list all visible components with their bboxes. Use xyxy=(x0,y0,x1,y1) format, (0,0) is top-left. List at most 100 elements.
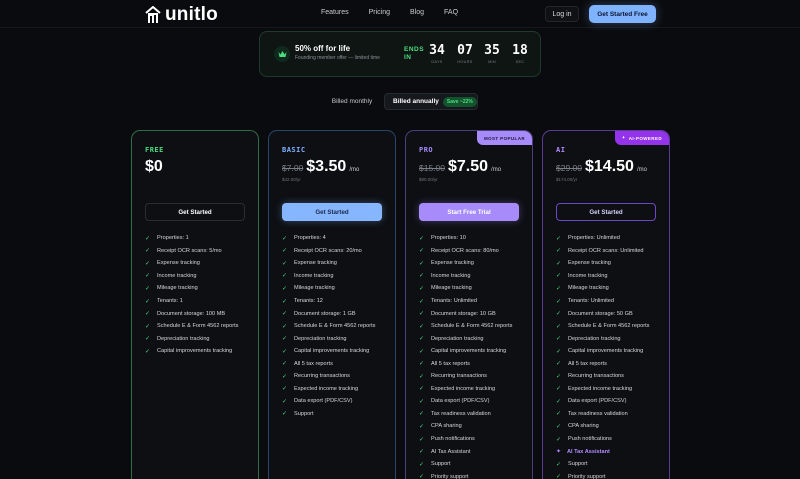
feature-label: Recurring transactions xyxy=(568,373,624,380)
feature-label: Capital improvements tracking xyxy=(157,348,233,355)
old-price: $29.00 xyxy=(556,163,582,173)
get-started-button[interactable]: Get Started xyxy=(145,203,245,221)
feature-item: ✓ Capital improvements tracking xyxy=(556,345,649,358)
feature-item: ✓ Properties: 4 xyxy=(282,232,375,245)
get-started-button[interactable]: Get Started xyxy=(282,203,382,221)
check-icon: ✓ xyxy=(556,273,562,280)
feature-item: ✓ Depreciation tracking xyxy=(145,332,238,345)
check-icon: ✓ xyxy=(556,461,562,468)
feature-label: Expense tracking xyxy=(294,260,337,267)
check-icon: ✓ xyxy=(419,285,425,292)
check-icon: ✓ xyxy=(145,311,151,318)
feature-item: ✓ Expected income tracking xyxy=(282,383,375,396)
login-button[interactable]: Log in xyxy=(545,6,579,22)
ai-powered-label: AI-POWERED xyxy=(628,135,662,141)
feature-label: Document storage: 100 MB xyxy=(157,310,226,317)
feature-label: Tenants: Unlimited xyxy=(568,298,615,304)
feature-label: CPA sharing xyxy=(568,423,599,430)
billed-annually-toggle[interactable]: Billed annually Save ~22% xyxy=(384,93,478,110)
feature-item: ✓ Receipt OCR scans: Unlimited xyxy=(556,245,649,258)
feature-item: ✓ Income tracking xyxy=(556,270,649,283)
check-icon: ✓ xyxy=(282,348,288,355)
ai-powered-ribbon: ✦ AI-POWERED xyxy=(614,131,669,145)
feature-label: AI Tax Assistant xyxy=(431,448,471,455)
feature-item: ✓ Tenants: Unlimited xyxy=(556,295,649,308)
save-badge: Save ~22% xyxy=(442,96,477,107)
billed-monthly-toggle[interactable]: Billed monthly xyxy=(328,93,376,110)
price-period: /mo xyxy=(491,167,502,173)
plan-price: $14.50 xyxy=(585,158,634,175)
check-icon: ✓ xyxy=(556,373,562,380)
feature-label: All 5 tax reports xyxy=(294,360,333,367)
countdown-days: 34 DAYS xyxy=(426,43,448,64)
start-free-trial-button[interactable]: Start Free Trial xyxy=(419,203,519,221)
feature-label: Recurring transactions xyxy=(431,373,487,380)
check-icon: ✓ xyxy=(556,248,562,255)
feature-item: ✓ Schedule E & Form 4562 reports xyxy=(145,320,238,333)
check-icon: ✓ xyxy=(419,373,425,380)
countdown-days-value: 34 xyxy=(429,43,445,58)
check-icon: ✓ xyxy=(282,361,288,368)
check-icon: ✓ xyxy=(419,311,425,318)
feature-item: ✓ Schedule E & Form 4562 reports xyxy=(419,320,512,333)
countdown-days-label: DAYS xyxy=(431,60,443,64)
feature-label: Mileage tracking xyxy=(568,285,609,292)
feature-item: ✓ Income tracking xyxy=(282,270,375,283)
feature-list: ✓ Properties: 10 ✓ Receipt OCR scans: 80/mo… xyxy=(419,232,512,479)
feature-item: ✓ Properties: Unlimited xyxy=(556,232,649,245)
feature-item: ✓ Push notifications xyxy=(556,433,649,446)
feature-item: ✓ All 5 tax reports xyxy=(419,357,512,370)
get-started-button[interactable]: Get Started xyxy=(556,203,656,221)
old-price: $15.00 xyxy=(419,163,445,173)
feature-item: ✓ Priority support xyxy=(419,470,512,479)
feature-item: ✓ Recurring transactions xyxy=(556,370,649,383)
feature-item: ✓ Data export (PDF/CSV) xyxy=(556,395,649,408)
check-icon: ✓ xyxy=(145,285,151,292)
check-icon: ✓ xyxy=(419,235,425,242)
check-icon: ✓ xyxy=(419,323,425,330)
feature-label: Push notifications xyxy=(568,436,612,443)
feature-item: ✓ All 5 tax reports xyxy=(282,357,375,370)
feature-label: Support xyxy=(431,461,451,468)
price-row: $0 xyxy=(145,158,163,176)
feature-label: Capital improvements tracking xyxy=(294,348,370,355)
check-icon: ✓ xyxy=(282,285,288,292)
yearly-price: $174.00/yr xyxy=(556,177,578,182)
nav-link-features[interactable]: Features xyxy=(321,9,349,16)
feature-label: Mileage tracking xyxy=(157,285,198,292)
check-icon: ✓ xyxy=(419,336,425,343)
plan-name: PRO xyxy=(419,146,434,154)
price-period: /mo xyxy=(636,167,647,173)
nav-link-faq[interactable]: FAQ xyxy=(444,9,458,16)
feature-item: ✓ Expense tracking xyxy=(419,257,512,270)
get-started-free-button[interactable]: Get Started Free xyxy=(589,5,656,23)
check-icon: ✓ xyxy=(419,398,425,405)
countdown-min-label: MIN xyxy=(488,60,496,64)
feature-label: Receipt OCR scans: 20/mo xyxy=(294,247,362,254)
feature-label: Mileage tracking xyxy=(431,285,472,292)
feature-item: ✓ Depreciation tracking xyxy=(282,332,375,345)
feature-item: ✓ Document storage: 1 GB xyxy=(282,307,375,320)
feature-item: ✓ Mileage tracking xyxy=(145,282,238,295)
check-icon: ✓ xyxy=(556,423,562,430)
check-icon: ✓ xyxy=(282,260,288,267)
feature-item: ✓ Mileage tracking xyxy=(419,282,512,295)
feature-label: Document storage: 50 GB xyxy=(568,310,633,317)
feature-item: ✓ Expected income tracking xyxy=(556,383,649,396)
feature-label: Data export (PDF/CSV) xyxy=(568,398,627,405)
plan-name: FREE xyxy=(145,146,164,154)
feature-label: Tenants: 1 xyxy=(157,298,183,304)
brand-logo[interactable]: unitlo xyxy=(145,4,218,26)
feature-label: Receipt OCR scans: Unlimited xyxy=(568,247,644,254)
feature-label: Income tracking xyxy=(294,272,334,279)
feature-item: ✓ Tax readiness validation xyxy=(419,408,512,421)
nav-link-blog[interactable]: Blog xyxy=(410,9,424,16)
feature-item: ✓ Document storage: 50 GB xyxy=(556,307,649,320)
price-row: $15.00 $7.50 /mo xyxy=(419,158,501,176)
check-icon: ✓ xyxy=(145,323,151,330)
nav-link-pricing[interactable]: Pricing xyxy=(369,9,390,16)
feature-item: ✓ Capital improvements tracking xyxy=(145,345,238,358)
feature-label: Expected income tracking xyxy=(568,385,633,392)
plan-name: BASIC xyxy=(282,146,306,154)
check-icon: ✓ xyxy=(282,373,288,380)
